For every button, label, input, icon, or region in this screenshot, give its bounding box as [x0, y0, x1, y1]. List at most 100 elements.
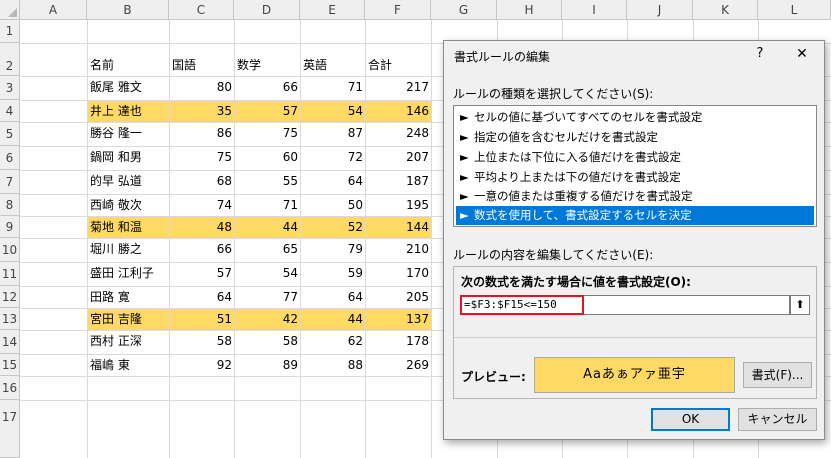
score-cell[interactable]: 178	[365, 330, 429, 352]
select-all-corner[interactable]	[0, 0, 20, 20]
name-cell[interactable]: 堀川 勝之	[90, 238, 166, 260]
header-cell[interactable]: 国語	[172, 54, 232, 76]
score-cell[interactable]: 187	[365, 170, 429, 192]
score-cell[interactable]: 64	[300, 286, 363, 308]
collapse-dialog-icon[interactable]: ⬆	[790, 295, 810, 315]
score-cell[interactable]: 66	[169, 238, 232, 260]
header-cell[interactable]: 英語	[303, 54, 363, 76]
column-header-i[interactable]: I	[562, 0, 627, 20]
name-cell[interactable]: 福嶋 東	[90, 354, 166, 376]
rule-type-item[interactable]: ► 指定の値を含むセルだけを書式設定	[456, 128, 814, 147]
ok-button[interactable]: OK	[651, 408, 730, 431]
row-header-8[interactable]: 8	[0, 194, 20, 216]
score-cell[interactable]: 44	[300, 308, 363, 330]
score-cell[interactable]: 66	[234, 76, 298, 98]
score-cell[interactable]: 146	[365, 100, 429, 122]
header-cell[interactable]: 合計	[368, 54, 428, 76]
column-header-k[interactable]: K	[693, 0, 758, 20]
score-cell[interactable]: 75	[234, 122, 298, 144]
column-header-b[interactable]: B	[87, 0, 169, 20]
score-cell[interactable]: 144	[365, 216, 429, 238]
name-cell[interactable]: 的早 弘道	[90, 170, 166, 192]
column-header-e[interactable]: E	[300, 0, 365, 20]
name-cell[interactable]: 西村 正深	[90, 330, 166, 352]
row-header-1[interactable]: 1	[0, 20, 20, 43]
score-cell[interactable]: 248	[365, 122, 429, 144]
header-cell[interactable]: 数学	[237, 54, 297, 76]
score-cell[interactable]: 74	[169, 194, 232, 216]
row-header-4[interactable]: 4	[0, 100, 20, 122]
score-cell[interactable]: 72	[300, 146, 363, 168]
score-cell[interactable]: 88	[300, 354, 363, 376]
rule-type-item[interactable]: ► 平均より上または下の値だけを書式設定	[456, 168, 814, 187]
cancel-button[interactable]: キャンセル	[738, 408, 817, 431]
score-cell[interactable]: 79	[300, 238, 363, 260]
row-header-11[interactable]: 11	[0, 262, 20, 286]
score-cell[interactable]: 60	[234, 146, 298, 168]
row-header-2[interactable]: 2	[0, 43, 20, 76]
column-header-j[interactable]: J	[627, 0, 693, 20]
score-cell[interactable]: 48	[169, 216, 232, 238]
header-cell[interactable]: 名前	[90, 54, 166, 76]
row-header-5[interactable]: 5	[0, 122, 20, 146]
score-cell[interactable]: 92	[169, 354, 232, 376]
row-header-10[interactable]: 10	[0, 238, 20, 262]
row-header-6[interactable]: 6	[0, 146, 20, 170]
name-cell[interactable]: 盛田 江利子	[90, 262, 166, 284]
score-cell[interactable]: 68	[169, 170, 232, 192]
row-header-12[interactable]: 12	[0, 286, 20, 308]
rule-type-item[interactable]: ► 上位または下位に入る値だけを書式設定	[456, 148, 814, 167]
score-cell[interactable]: 57	[234, 100, 298, 122]
score-cell[interactable]: 137	[365, 308, 429, 330]
rule-type-item[interactable]: ► セルの値に基づいてすべてのセルを書式設定	[456, 108, 814, 127]
format-button[interactable]: 書式(F)...	[743, 362, 812, 388]
column-header-d[interactable]: D	[234, 0, 300, 20]
score-cell[interactable]: 210	[365, 238, 429, 260]
score-cell[interactable]: 75	[169, 146, 232, 168]
column-header-a[interactable]: A	[20, 0, 87, 20]
score-cell[interactable]: 51	[169, 308, 232, 330]
score-cell[interactable]: 58	[169, 330, 232, 352]
score-cell[interactable]: 80	[169, 76, 232, 98]
score-cell[interactable]: 44	[234, 216, 298, 238]
column-header-g[interactable]: G	[431, 0, 497, 20]
row-header-16[interactable]: 16	[0, 376, 20, 400]
formula-input-field[interactable]	[584, 295, 790, 315]
score-cell[interactable]: 55	[234, 170, 298, 192]
score-cell[interactable]: 64	[300, 170, 363, 192]
score-cell[interactable]: 54	[234, 262, 298, 284]
score-cell[interactable]: 65	[234, 238, 298, 260]
score-cell[interactable]: 35	[169, 100, 232, 122]
score-cell[interactable]: 42	[234, 308, 298, 330]
close-icon[interactable]: ✕	[792, 44, 812, 64]
name-cell[interactable]: 宮田 吉隆	[90, 308, 166, 330]
score-cell[interactable]: 59	[300, 262, 363, 284]
score-cell[interactable]: 71	[300, 76, 363, 98]
score-cell[interactable]: 62	[300, 330, 363, 352]
row-header-15[interactable]: 15	[0, 354, 20, 376]
rule-type-item-selected[interactable]: ► 数式を使用して、書式設定するセルを決定	[456, 206, 814, 225]
name-cell[interactable]: 勝谷 隆一	[90, 122, 166, 144]
name-cell[interactable]: 鍋岡 和男	[90, 146, 166, 168]
help-button[interactable]: ?	[750, 44, 770, 64]
score-cell[interactable]: 64	[169, 286, 232, 308]
rule-type-item[interactable]: ► 一意の値または重複する値だけを書式設定	[456, 187, 814, 206]
score-cell[interactable]: 269	[365, 354, 429, 376]
score-cell[interactable]: 50	[300, 194, 363, 216]
name-cell[interactable]: 田路 寛	[90, 286, 166, 308]
name-cell[interactable]: 飯尾 雅文	[90, 76, 166, 98]
name-cell[interactable]: 菊地 和温	[90, 216, 166, 238]
row-header-13[interactable]: 13	[0, 308, 20, 330]
score-cell[interactable]: 71	[234, 194, 298, 216]
column-header-l[interactable]: L	[758, 0, 831, 20]
score-cell[interactable]: 207	[365, 146, 429, 168]
score-cell[interactable]: 57	[169, 262, 232, 284]
score-cell[interactable]: 54	[300, 100, 363, 122]
score-cell[interactable]: 52	[300, 216, 363, 238]
rule-type-list[interactable]: ► セルの値に基づいてすべてのセルを書式設定 ► 指定の値を含むセルだけを書式設定 …	[453, 105, 817, 227]
formula-input[interactable]: =$F3:$F15<=150	[460, 295, 584, 315]
row-header-9[interactable]: 9	[0, 216, 20, 238]
score-cell[interactable]: 86	[169, 122, 232, 144]
score-cell[interactable]: 217	[365, 76, 429, 98]
name-cell[interactable]: 西崎 敬次	[90, 194, 166, 216]
